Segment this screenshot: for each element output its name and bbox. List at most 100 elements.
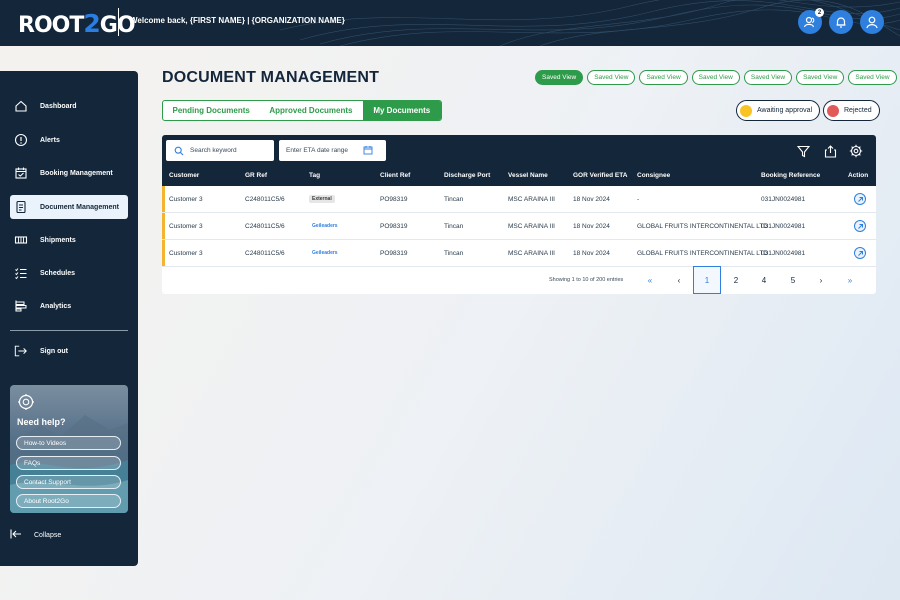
arrow-up-right-icon <box>857 223 863 229</box>
saved-views-bar: Saved View Saved View Saved View Saved V… <box>535 70 897 85</box>
cell-booking-reference: 031JN0024981 <box>761 250 806 257</box>
saved-view-pill[interactable]: Saved View <box>743 70 793 85</box>
cell-client-ref: PO98319 <box>380 196 408 203</box>
cell-gr-ref: C248011C5/6 <box>245 250 285 257</box>
cell-consignee: GLOBAL FRUITS INTERCONTINENTAL LTD <box>637 250 769 257</box>
page-title: DOCUMENT MANAGEMENT <box>162 69 380 86</box>
tab-my-documents[interactable]: My Documents <box>362 101 441 120</box>
cell-gr-ref: C248011C5/6 <box>245 196 285 203</box>
sidebar-item-document-management[interactable]: Document Management <box>10 195 128 219</box>
filter-button[interactable] <box>795 143 811 159</box>
saved-view-pill[interactable]: Saved View <box>848 70 897 85</box>
sidebar: Dashboard Alerts Booking Management Docu… <box>0 71 138 566</box>
sign-out-button[interactable]: Sign out <box>10 339 128 363</box>
container-icon <box>14 233 28 247</box>
sidebar-item-shipments[interactable]: Shipments <box>10 228 128 252</box>
column-header-booking-reference[interactable]: Booking Reference <box>761 172 820 179</box>
sidebar-item-label: Schedules <box>40 269 76 277</box>
column-header-client-ref[interactable]: Client Ref <box>380 172 410 179</box>
pagination-summary: Showing 1 to 10 of 200 entries <box>549 277 624 283</box>
sidebar-item-schedules[interactable]: Schedules <box>10 261 128 285</box>
page-button-1[interactable]: 1 <box>693 266 721 294</box>
open-row-button[interactable] <box>854 220 866 232</box>
awaiting-approval-filter[interactable]: Awaiting approval <box>736 100 821 121</box>
notification-badge: 2 <box>815 8 824 17</box>
open-row-button[interactable] <box>854 247 866 259</box>
column-header-consignee[interactable]: Consignee <box>637 172 670 179</box>
alert-icon <box>14 133 28 147</box>
sign-out-icon <box>14 344 28 358</box>
contact-support-link[interactable]: Contact Support <box>16 475 121 489</box>
open-row-button[interactable] <box>854 193 866 205</box>
saved-view-pill[interactable]: Saved View <box>691 70 740 85</box>
tab-approved-documents[interactable]: Approved Documents <box>259 101 362 120</box>
page-button-4[interactable]: 4 <box>750 266 778 294</box>
profile-button[interactable] <box>860 10 884 34</box>
table-row[interactable]: Customer 3 C248011C5/6 External PO98319 … <box>162 186 876 213</box>
notifications-button[interactable] <box>829 10 853 34</box>
cell-gr-ref: C248011C5/6 <box>245 223 285 230</box>
search-input[interactable]: Search keyword <box>166 140 274 161</box>
user-icon <box>866 16 878 29</box>
settings-button[interactable] <box>848 143 864 159</box>
faqs-link[interactable]: FAQs <box>16 456 121 470</box>
cell-discharge-port: Tincan <box>444 196 464 203</box>
sidebar-item-alerts[interactable]: Alerts <box>10 128 128 152</box>
how-to-videos-link[interactable]: How-to Videos <box>16 436 121 450</box>
filter-icon <box>796 145 810 157</box>
collapse-label: Collapse <box>34 531 62 539</box>
collapse-icon <box>10 529 22 541</box>
cell-customer: Customer 3 <box>169 250 203 257</box>
last-page-button[interactable]: » <box>836 266 864 294</box>
sidebar-item-analytics[interactable]: Analytics <box>10 294 128 318</box>
calendar-icon <box>363 146 373 155</box>
cell-eta: 18 Nov 2024 <box>573 196 610 203</box>
table-header: Search keyword Enter ETA date range Cust… <box>162 135 876 186</box>
sidebar-item-label: Document Management <box>40 203 119 211</box>
cell-eta: 18 Nov 2024 <box>573 223 610 230</box>
cell-client-ref: PO98319 <box>380 250 408 257</box>
saved-view-pill[interactable]: Saved View <box>535 70 584 85</box>
search-icon <box>174 146 184 155</box>
sidebar-item-booking-management[interactable]: Booking Management <box>10 161 128 185</box>
table-row[interactable]: Customer 3 C248011C5/6 Geileaders PO9831… <box>162 213 876 240</box>
collapse-button[interactable]: Collapse <box>10 529 61 541</box>
calendar-check-icon <box>14 166 28 180</box>
sidebar-item-dashboard[interactable]: Dashboard <box>10 94 128 118</box>
export-button[interactable] <box>822 143 838 159</box>
help-title: Need help? <box>17 417 66 427</box>
column-header-gor-verified-eta[interactable]: GOR Verified ETA <box>573 172 627 179</box>
bell-icon <box>836 17 846 28</box>
sidebar-item-label: Dashboard <box>40 102 77 110</box>
column-header-customer[interactable]: Customer <box>169 172 199 179</box>
cell-eta: 18 Nov 2024 <box>573 250 610 257</box>
cell-vessel-name: MSC ARAINA III <box>508 250 555 257</box>
previous-page-button[interactable]: ‹ <box>665 266 693 294</box>
user-group-button[interactable]: 2 <box>798 8 824 34</box>
about-root2go-link[interactable]: About Root2Go <box>16 494 121 508</box>
tab-pending-documents[interactable]: Pending Documents <box>163 101 259 120</box>
tag-badge: External <box>309 195 335 203</box>
column-header-discharge-port[interactable]: Discharge Port <box>444 172 490 179</box>
top-bar: ROOT2GO Welcome back, {FIRST NAME} | {OR… <box>0 0 900 46</box>
next-page-button[interactable]: › <box>807 266 835 294</box>
column-header-tag[interactable]: Tag <box>309 172 320 179</box>
saved-view-pill[interactable]: Saved View <box>639 70 688 85</box>
export-icon <box>824 144 836 158</box>
column-header-gr-ref[interactable]: GR Ref <box>245 172 267 179</box>
saved-view-pill[interactable]: Saved View <box>587 70 636 85</box>
column-header-vessel-name[interactable]: Vessel Name <box>508 172 548 179</box>
page-button-5[interactable]: 5 <box>779 266 807 294</box>
first-page-button[interactable]: « <box>636 266 664 294</box>
header-divider <box>118 8 119 36</box>
table-row[interactable]: Customer 3 C248011C5/6 Geileaders PO9831… <box>162 240 876 267</box>
sidebar-item-label: Booking Management <box>40 169 113 177</box>
welcome-message: Welcome back, {FIRST NAME} | {ORGANIZATI… <box>130 16 345 25</box>
rejected-filter[interactable]: Rejected <box>823 100 880 121</box>
arrow-up-right-icon <box>857 250 863 256</box>
column-header-action: Action <box>848 172 869 179</box>
saved-view-pill[interactable]: Saved View <box>796 70 845 85</box>
page-button-2[interactable]: 2 <box>722 266 750 294</box>
cell-client-ref: PO98319 <box>380 223 408 230</box>
eta-date-range-input[interactable]: Enter ETA date range <box>279 140 386 161</box>
